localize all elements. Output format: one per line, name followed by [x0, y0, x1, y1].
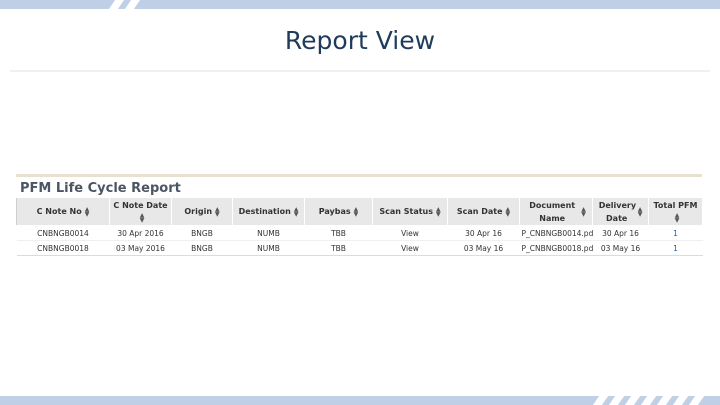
column-header-label: Scan Date	[456, 207, 503, 216]
view-link[interactable]: View	[372, 225, 448, 241]
sort-icon[interactable]: ▲ ▼	[506, 206, 511, 217]
column-header-label: Paybas	[318, 207, 351, 216]
document-link[interactable]: P_CNBNGB0014.pdf	[519, 225, 593, 241]
column-header-label: Document Name	[529, 200, 576, 223]
cell-destination: NUMB	[232, 225, 305, 241]
column-header-label: C Note Date	[113, 200, 168, 210]
column-header-label: Total PFM	[653, 200, 698, 210]
column-header-total-pfm[interactable]: Total PFM ▲ ▼	[648, 197, 703, 226]
sort-icon[interactable]: ▲ ▼	[436, 206, 441, 217]
cell-total-pfm[interactable]: 1	[648, 225, 703, 241]
table-row: CNBNGB0014 30 Apr 2016 BNGB NUMB TBB Vie…	[16, 225, 703, 241]
column-header-destination[interactable]: Destination ▲ ▼	[232, 197, 305, 226]
cell-scan-date: 30 Apr 16	[447, 225, 520, 241]
column-header-cnote-no[interactable]: C Note No ▲ ▼	[16, 197, 110, 226]
report-panel: PFM Life Cycle Report C Note No ▲ ▼ C Note…	[16, 174, 703, 256]
table-row: CNBNGB0018 03 May 2016 BNGB NUMB TBB Vie…	[16, 240, 703, 256]
sort-icon[interactable]: ▲ ▼	[675, 213, 680, 224]
report-title: PFM Life Cycle Report	[20, 181, 181, 196]
cell-cnote-date: 30 Apr 2016	[109, 225, 172, 241]
sort-icon[interactable]: ▲ ▼	[638, 206, 643, 217]
column-header-delivery-date[interactable]: Delivery Date▲ ▼	[592, 197, 649, 226]
column-header-cnote-date[interactable]: C Note Date ▲ ▼	[109, 197, 172, 226]
cell-cnote-no: CNBNGB0014	[16, 225, 110, 241]
column-header-paybas[interactable]: Paybas ▲ ▼	[304, 197, 373, 226]
cell-paybas: TBB	[304, 225, 373, 241]
column-header-origin[interactable]: Origin ▲ ▼	[171, 197, 233, 226]
column-header-label: Origin	[184, 207, 213, 216]
column-header-label: C Note No	[36, 207, 82, 216]
title-divider	[10, 70, 710, 72]
cell-paybas: TBB	[304, 240, 373, 256]
column-header-label: Scan Status	[379, 207, 434, 216]
bottom-decorative-band	[0, 396, 720, 405]
sort-icon[interactable]: ▲ ▼	[215, 206, 220, 217]
column-header-scan-status[interactable]: Scan Status ▲ ▼	[372, 197, 448, 226]
slide-title: Report View	[284, 26, 436, 55]
cell-destination: NUMB	[232, 240, 305, 256]
document-link[interactable]: P_CNBNGB0018.pdf	[519, 240, 593, 256]
column-header-label: Delivery Date	[598, 200, 637, 223]
sort-icon[interactable]: ▲ ▼	[581, 206, 586, 217]
cell-origin: BNGB	[171, 225, 233, 241]
view-link[interactable]: View	[372, 240, 448, 256]
report-table: C Note No ▲ ▼ C Note Date▲ ▼ Origin ▲ ▼ Desti…	[16, 197, 703, 256]
sort-icon[interactable]: ▲ ▼	[294, 206, 299, 217]
cell-cnote-no: CNBNGB0018	[16, 240, 110, 256]
cell-delivery-date: 30 Apr 16	[592, 225, 649, 241]
cell-scan-date: 03 May 16	[447, 240, 520, 256]
sort-icon[interactable]: ▲ ▼	[354, 206, 359, 217]
sort-icon[interactable]: ▲ ▼	[85, 206, 90, 217]
table-header-row: C Note No ▲ ▼ C Note Date▲ ▼ Origin ▲ ▼ Desti…	[16, 197, 703, 226]
cell-origin: BNGB	[171, 240, 233, 256]
column-header-scan-date[interactable]: Scan Date ▲ ▼	[447, 197, 520, 226]
cell-cnote-date: 03 May 2016	[109, 240, 172, 256]
top-decorative-band	[0, 0, 720, 9]
sort-icon[interactable]: ▲ ▼	[140, 213, 145, 224]
cell-total-pfm[interactable]: 1	[648, 240, 703, 256]
column-header-label: Destination	[238, 207, 291, 216]
cell-delivery-date: 03 May 16	[592, 240, 649, 256]
column-header-document-name[interactable]: Document Name ▲ ▼	[519, 197, 593, 226]
